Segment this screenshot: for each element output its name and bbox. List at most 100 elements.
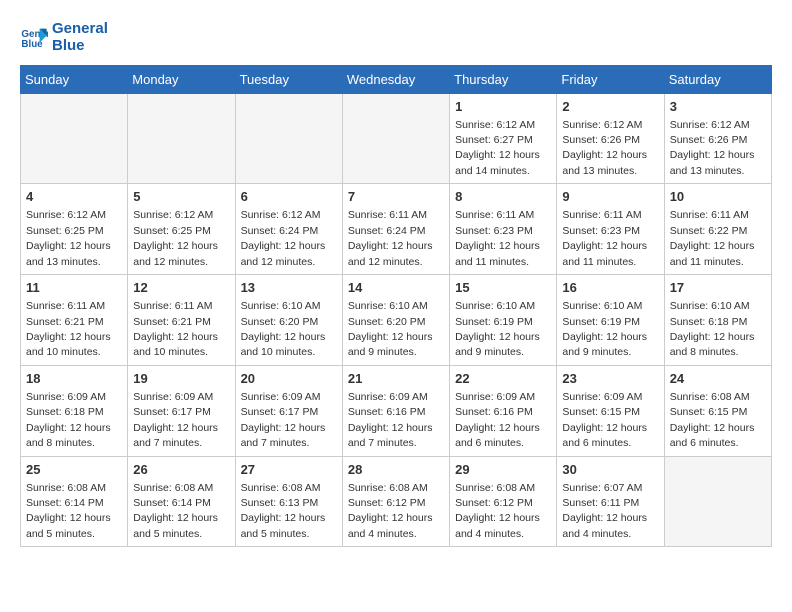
day-number: 16: [562, 279, 658, 297]
day-info: Sunrise: 6:12 AMSunset: 6:27 PMDaylight:…: [455, 119, 540, 177]
logo-text: GeneralBlue: [52, 20, 108, 55]
day-info: Sunrise: 6:11 AMSunset: 6:24 PMDaylight:…: [348, 209, 433, 267]
calendar-week-row: 1 Sunrise: 6:12 AMSunset: 6:27 PMDayligh…: [21, 93, 772, 184]
calendar-week-row: 25 Sunrise: 6:08 AMSunset: 6:14 PMDaylig…: [21, 456, 772, 547]
calendar-day-cell: 6 Sunrise: 6:12 AMSunset: 6:24 PMDayligh…: [235, 184, 342, 275]
day-number: 28: [348, 461, 444, 479]
day-number: 30: [562, 461, 658, 479]
day-number: 13: [241, 279, 337, 297]
calendar-day-cell: 4 Sunrise: 6:12 AMSunset: 6:25 PMDayligh…: [21, 184, 128, 275]
day-info: Sunrise: 6:08 AMSunset: 6:15 PMDaylight:…: [670, 391, 755, 449]
day-number: 20: [241, 370, 337, 388]
day-number: 7: [348, 188, 444, 206]
day-info: Sunrise: 6:08 AMSunset: 6:14 PMDaylight:…: [26, 482, 111, 540]
day-info: Sunrise: 6:11 AMSunset: 6:21 PMDaylight:…: [26, 300, 111, 358]
calendar-header-row: SundayMondayTuesdayWednesdayThursdayFrid…: [21, 65, 772, 93]
page-header: General Blue GeneralBlue: [20, 20, 772, 55]
calendar-day-cell: 1 Sunrise: 6:12 AMSunset: 6:27 PMDayligh…: [450, 93, 557, 184]
day-info: Sunrise: 6:11 AMSunset: 6:23 PMDaylight:…: [455, 209, 540, 267]
day-header-wednesday: Wednesday: [342, 65, 449, 93]
day-info: Sunrise: 6:10 AMSunset: 6:20 PMDaylight:…: [348, 300, 433, 358]
calendar-day-cell: 27 Sunrise: 6:08 AMSunset: 6:13 PMDaylig…: [235, 456, 342, 547]
calendar-day-cell: 11 Sunrise: 6:11 AMSunset: 6:21 PMDaylig…: [21, 275, 128, 366]
day-info: Sunrise: 6:08 AMSunset: 6:12 PMDaylight:…: [348, 482, 433, 540]
calendar-day-cell: 16 Sunrise: 6:10 AMSunset: 6:19 PMDaylig…: [557, 275, 664, 366]
calendar-day-cell: 15 Sunrise: 6:10 AMSunset: 6:19 PMDaylig…: [450, 275, 557, 366]
calendar-day-cell: 23 Sunrise: 6:09 AMSunset: 6:15 PMDaylig…: [557, 365, 664, 456]
calendar-day-cell: [128, 93, 235, 184]
day-number: 15: [455, 279, 551, 297]
logo: General Blue GeneralBlue: [20, 20, 108, 55]
logo-icon: General Blue: [20, 23, 48, 51]
day-info: Sunrise: 6:09 AMSunset: 6:16 PMDaylight:…: [348, 391, 433, 449]
day-number: 5: [133, 188, 229, 206]
calendar-day-cell: 20 Sunrise: 6:09 AMSunset: 6:17 PMDaylig…: [235, 365, 342, 456]
calendar-week-row: 18 Sunrise: 6:09 AMSunset: 6:18 PMDaylig…: [21, 365, 772, 456]
day-number: 23: [562, 370, 658, 388]
calendar-day-cell: 14 Sunrise: 6:10 AMSunset: 6:20 PMDaylig…: [342, 275, 449, 366]
day-info: Sunrise: 6:09 AMSunset: 6:16 PMDaylight:…: [455, 391, 540, 449]
day-info: Sunrise: 6:12 AMSunset: 6:24 PMDaylight:…: [241, 209, 326, 267]
calendar-week-row: 11 Sunrise: 6:11 AMSunset: 6:21 PMDaylig…: [21, 275, 772, 366]
calendar-day-cell: 24 Sunrise: 6:08 AMSunset: 6:15 PMDaylig…: [664, 365, 771, 456]
day-info: Sunrise: 6:10 AMSunset: 6:19 PMDaylight:…: [455, 300, 540, 358]
calendar-week-row: 4 Sunrise: 6:12 AMSunset: 6:25 PMDayligh…: [21, 184, 772, 275]
day-number: 21: [348, 370, 444, 388]
calendar-day-cell: 18 Sunrise: 6:09 AMSunset: 6:18 PMDaylig…: [21, 365, 128, 456]
day-info: Sunrise: 6:12 AMSunset: 6:26 PMDaylight:…: [670, 119, 755, 177]
day-info: Sunrise: 6:07 AMSunset: 6:11 PMDaylight:…: [562, 482, 647, 540]
day-number: 9: [562, 188, 658, 206]
calendar-day-cell: 13 Sunrise: 6:10 AMSunset: 6:20 PMDaylig…: [235, 275, 342, 366]
day-number: 26: [133, 461, 229, 479]
day-number: 11: [26, 279, 122, 297]
day-header-friday: Friday: [557, 65, 664, 93]
calendar-day-cell: 5 Sunrise: 6:12 AMSunset: 6:25 PMDayligh…: [128, 184, 235, 275]
day-info: Sunrise: 6:11 AMSunset: 6:22 PMDaylight:…: [670, 209, 755, 267]
day-info: Sunrise: 6:08 AMSunset: 6:12 PMDaylight:…: [455, 482, 540, 540]
day-number: 8: [455, 188, 551, 206]
day-info: Sunrise: 6:09 AMSunset: 6:17 PMDaylight:…: [241, 391, 326, 449]
day-number: 25: [26, 461, 122, 479]
day-number: 14: [348, 279, 444, 297]
day-info: Sunrise: 6:08 AMSunset: 6:13 PMDaylight:…: [241, 482, 326, 540]
day-number: 12: [133, 279, 229, 297]
day-number: 6: [241, 188, 337, 206]
day-number: 1: [455, 98, 551, 116]
day-number: 19: [133, 370, 229, 388]
day-info: Sunrise: 6:10 AMSunset: 6:19 PMDaylight:…: [562, 300, 647, 358]
calendar-day-cell: [235, 93, 342, 184]
day-info: Sunrise: 6:12 AMSunset: 6:26 PMDaylight:…: [562, 119, 647, 177]
day-header-tuesday: Tuesday: [235, 65, 342, 93]
day-header-monday: Monday: [128, 65, 235, 93]
day-info: Sunrise: 6:11 AMSunset: 6:21 PMDaylight:…: [133, 300, 218, 358]
calendar-day-cell: 25 Sunrise: 6:08 AMSunset: 6:14 PMDaylig…: [21, 456, 128, 547]
calendar-day-cell: 28 Sunrise: 6:08 AMSunset: 6:12 PMDaylig…: [342, 456, 449, 547]
day-number: 4: [26, 188, 122, 206]
calendar-day-cell: 22 Sunrise: 6:09 AMSunset: 6:16 PMDaylig…: [450, 365, 557, 456]
day-info: Sunrise: 6:12 AMSunset: 6:25 PMDaylight:…: [133, 209, 218, 267]
day-info: Sunrise: 6:10 AMSunset: 6:20 PMDaylight:…: [241, 300, 326, 358]
calendar-day-cell: 8 Sunrise: 6:11 AMSunset: 6:23 PMDayligh…: [450, 184, 557, 275]
day-number: 17: [670, 279, 766, 297]
day-number: 22: [455, 370, 551, 388]
calendar-day-cell: 3 Sunrise: 6:12 AMSunset: 6:26 PMDayligh…: [664, 93, 771, 184]
calendar-day-cell: 2 Sunrise: 6:12 AMSunset: 6:26 PMDayligh…: [557, 93, 664, 184]
day-number: 29: [455, 461, 551, 479]
day-info: Sunrise: 6:12 AMSunset: 6:25 PMDaylight:…: [26, 209, 111, 267]
calendar-day-cell: [342, 93, 449, 184]
calendar-day-cell: [21, 93, 128, 184]
day-number: 10: [670, 188, 766, 206]
day-info: Sunrise: 6:09 AMSunset: 6:15 PMDaylight:…: [562, 391, 647, 449]
calendar-day-cell: 30 Sunrise: 6:07 AMSunset: 6:11 PMDaylig…: [557, 456, 664, 547]
calendar-day-cell: 12 Sunrise: 6:11 AMSunset: 6:21 PMDaylig…: [128, 275, 235, 366]
day-info: Sunrise: 6:10 AMSunset: 6:18 PMDaylight:…: [670, 300, 755, 358]
calendar-table: SundayMondayTuesdayWednesdayThursdayFrid…: [20, 65, 772, 548]
day-header-thursday: Thursday: [450, 65, 557, 93]
calendar-day-cell: [664, 456, 771, 547]
calendar-day-cell: 26 Sunrise: 6:08 AMSunset: 6:14 PMDaylig…: [128, 456, 235, 547]
day-number: 24: [670, 370, 766, 388]
calendar-day-cell: 9 Sunrise: 6:11 AMSunset: 6:23 PMDayligh…: [557, 184, 664, 275]
day-number: 2: [562, 98, 658, 116]
day-number: 27: [241, 461, 337, 479]
day-number: 3: [670, 98, 766, 116]
